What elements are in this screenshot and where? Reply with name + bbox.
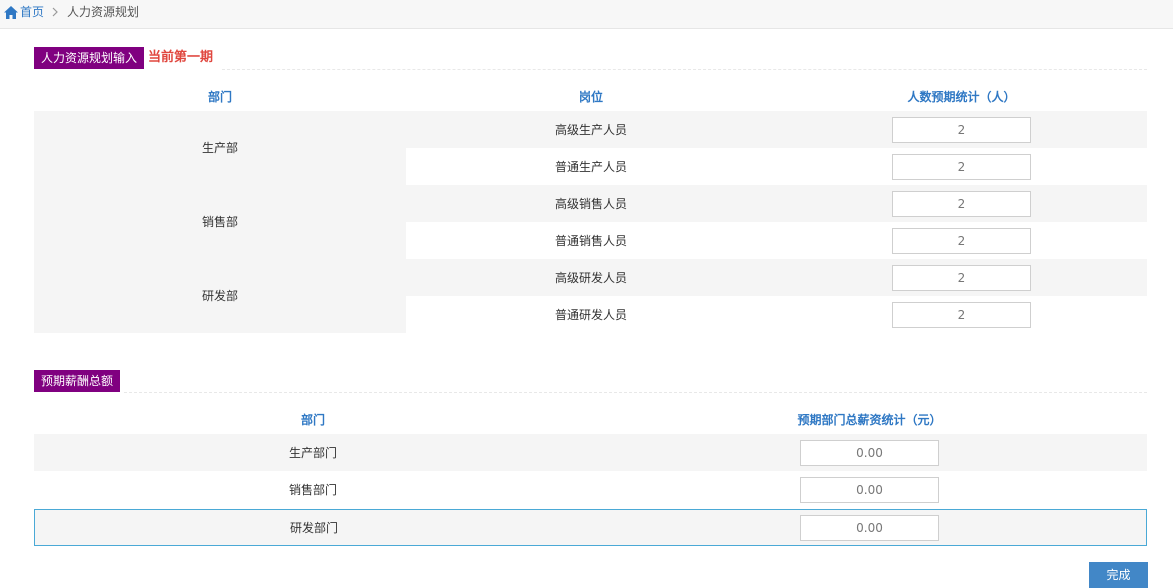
period-note: 当前第一期 xyxy=(148,50,214,65)
header-position: 岗位 xyxy=(578,90,603,104)
position-name: 高级生产人员 xyxy=(554,123,627,137)
count-input-senior-rnd[interactable] xyxy=(892,265,1031,291)
section-divider xyxy=(124,392,1147,393)
salary-input-sales[interactable] xyxy=(800,477,939,503)
done-button[interactable]: 完成 xyxy=(1089,562,1148,588)
table-row: 销售部门 xyxy=(34,471,1147,508)
section-divider xyxy=(222,69,1147,70)
salary-dept-name: 销售部门 xyxy=(288,483,337,497)
salary-header-dept: 部门 xyxy=(300,413,325,427)
position-name: 高级研发人员 xyxy=(554,271,627,285)
breadcrumb-home-link[interactable]: 首页 xyxy=(20,5,44,19)
salary-input-rnd[interactable] xyxy=(800,515,939,541)
count-input-regular-production[interactable] xyxy=(892,154,1031,180)
count-input-regular-rnd[interactable] xyxy=(892,302,1031,328)
header-dept: 部门 xyxy=(207,90,232,104)
home-icon[interactable] xyxy=(4,6,18,19)
table-row: 生产部门 xyxy=(34,434,1147,471)
count-input-senior-sales[interactable] xyxy=(892,191,1031,217)
salary-header-total: 预期部门总薪资统计（元） xyxy=(797,413,942,427)
count-input-senior-production[interactable] xyxy=(892,117,1031,143)
dept-name: 销售部 xyxy=(201,215,238,229)
salary-dept-name: 研发部门 xyxy=(289,521,338,535)
position-name: 普通研发人员 xyxy=(554,308,627,322)
dept-name: 研发部 xyxy=(201,289,238,303)
breadcrumb-bar: 首页 人力资源规划 xyxy=(0,0,1173,29)
salary-section-title: 预期薪酬总额 xyxy=(34,370,121,392)
position-name: 普通销售人员 xyxy=(554,234,627,248)
breadcrumb-current: 人力资源规划 xyxy=(67,5,140,19)
count-input-regular-sales[interactable] xyxy=(892,228,1031,254)
header-count: 人数预期统计（人） xyxy=(907,90,1016,104)
table-row-selected[interactable]: 研发部门 xyxy=(34,509,1147,546)
position-name: 高级销售人员 xyxy=(554,197,627,211)
dept-name: 生产部 xyxy=(201,141,238,155)
chevron-right-icon xyxy=(52,7,58,17)
planning-section-title: 人力资源规划输入 xyxy=(34,47,145,69)
salary-dept-name: 生产部门 xyxy=(288,446,337,460)
salary-input-production[interactable] xyxy=(800,440,939,466)
dept-column: 生产部 销售部 研发部 xyxy=(34,111,406,333)
position-name: 普通生产人员 xyxy=(554,160,627,174)
